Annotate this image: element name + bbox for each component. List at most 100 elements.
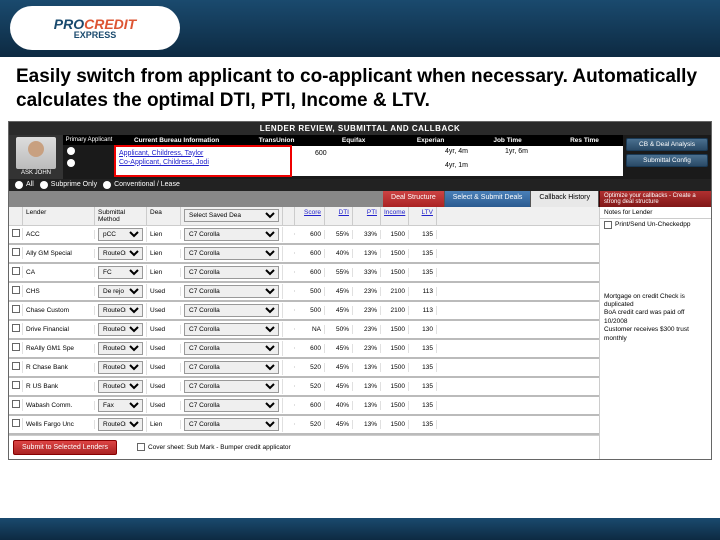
method-select[interactable]: pCC [95, 227, 147, 242]
dti-cell: 50% [325, 325, 353, 334]
tab-select-submit[interactable]: Select & Submit Deals [445, 191, 532, 207]
score-cell: 520 [295, 382, 325, 391]
deal-select[interactable]: C7 Corolla [181, 417, 283, 432]
spacer [283, 366, 295, 368]
ask-john-label[interactable]: ASK JOHN [9, 170, 63, 176]
bureau-header-job: Job Time [469, 135, 546, 146]
row-checkbox[interactable] [12, 419, 20, 427]
submit-lenders-button[interactable]: Submit to Selected Lenders [13, 440, 117, 455]
footer-checkbox[interactable] [137, 443, 145, 451]
primary-radio[interactable] [67, 147, 75, 155]
dti-cell: 45% [325, 382, 353, 391]
app-window: LENDER REVIEW, SUBMITTAL AND CALLBACK AS… [8, 121, 712, 460]
deal-select[interactable]: C7 Corolla [181, 284, 283, 299]
spacer [283, 423, 295, 425]
method-select[interactable]: RouteOne [95, 303, 147, 318]
deal-select[interactable]: C7 Corolla [181, 379, 283, 394]
row-checkbox[interactable] [12, 286, 20, 294]
deal-select[interactable]: C7 Corolla [181, 265, 283, 280]
pti-cell: 23% [353, 344, 381, 353]
filter-conventional-radio[interactable] [103, 181, 111, 189]
pti-cell: 23% [353, 287, 381, 296]
coapplicant-radio[interactable] [67, 159, 75, 167]
method-select[interactable]: RouteOne [95, 360, 147, 375]
spacer [283, 271, 295, 273]
col-income[interactable]: Income [381, 207, 409, 225]
dti-cell: 40% [325, 401, 353, 410]
lender-name: CHS [23, 287, 95, 296]
income-cell: 1500 [381, 249, 409, 258]
row-checkbox[interactable] [12, 229, 20, 237]
col-score[interactable]: Score [295, 207, 325, 225]
score-cell: 520 [295, 420, 325, 429]
row-checkbox[interactable] [12, 362, 20, 370]
ltv-cell: 113 [409, 306, 437, 315]
method-select[interactable]: RouteOne [95, 322, 147, 337]
spacer [283, 404, 295, 406]
tab-deal-structure[interactable]: Deal Structure [383, 191, 445, 207]
income-cell: 2100 [381, 287, 409, 296]
coapplicant-link[interactable]: Co-Applicant, Childress, Jodi [119, 159, 619, 166]
lender-name: ReAlly GM1 Spe [23, 344, 95, 353]
deal-select[interactable]: C7 Corolla [181, 246, 283, 261]
method-select[interactable]: FC [95, 265, 147, 280]
col-ltv[interactable]: LTV [409, 207, 437, 225]
pti-cell: 23% [353, 306, 381, 315]
income-cell: 1500 [381, 268, 409, 277]
method-select[interactable]: RouteOne [95, 246, 147, 261]
row-checkbox[interactable] [12, 267, 20, 275]
pti-cell: 13% [353, 249, 381, 258]
row-checkbox[interactable] [12, 381, 20, 389]
cb-deal-analysis-button[interactable]: CB & Deal Analysis [626, 138, 708, 151]
job-time-1: 4yr, 4m [445, 148, 468, 155]
applicant-link[interactable]: Applicant, Childress, Taylor [119, 150, 619, 157]
tab-callback-history[interactable]: Callback History [531, 191, 599, 207]
row-checkbox[interactable] [12, 248, 20, 256]
income-cell: 1500 [381, 325, 409, 334]
dea-cell: Used [147, 344, 181, 353]
col-dti[interactable]: DTI [325, 207, 353, 225]
deal-select[interactable]: C7 Corolla [181, 227, 283, 242]
method-select[interactable]: RouteOne [95, 379, 147, 394]
score-cell: 600 [295, 230, 325, 239]
deal-select[interactable]: C7 Corolla [181, 398, 283, 413]
spacer [283, 385, 295, 387]
submittal-config-button[interactable]: Submittal Config [626, 154, 708, 167]
lender-row: Wells Fargo UncRouteOneLienC7 Corolla520… [9, 416, 599, 435]
score-cell: 600 [295, 249, 325, 258]
row-checkbox[interactable] [12, 400, 20, 408]
dti-cell: 55% [325, 268, 353, 277]
lender-name: ACC [23, 230, 95, 239]
deal-select[interactable]: C7 Corolla [181, 360, 283, 375]
filter-all-radio[interactable] [15, 181, 23, 189]
method-select[interactable]: RouteOne [95, 341, 147, 356]
dti-cell: 45% [325, 363, 353, 372]
avatar-image [16, 137, 56, 169]
ltv-cell: 135 [409, 249, 437, 258]
row-checkbox[interactable] [12, 305, 20, 313]
pti-cell: 33% [353, 268, 381, 277]
logo: PROCREDIT EXPRESS [10, 6, 180, 50]
print-checkbox[interactable] [604, 221, 612, 229]
lender-name: Ally GM Special [23, 249, 95, 258]
ltv-cell: 113 [409, 287, 437, 296]
method-select[interactable]: RouteOne [95, 417, 147, 432]
lender-name: R US Bank [23, 382, 95, 391]
deal-select[interactable]: C7 Corolla [181, 303, 283, 318]
method-select[interactable]: Fax [95, 398, 147, 413]
pti-cell: 33% [353, 230, 381, 239]
col-pti[interactable]: PTI [353, 207, 381, 225]
lender-row: CAFCLienC7 Corolla60055%33%1500135 [9, 264, 599, 283]
trans-score: 600 [315, 150, 327, 157]
row-checkbox[interactable] [12, 343, 20, 351]
row-checkbox[interactable] [12, 324, 20, 332]
deal-select[interactable]: C7 Corolla [181, 322, 283, 337]
filter-subprime-radio[interactable] [40, 181, 48, 189]
method-select[interactable]: De rejo [95, 284, 147, 299]
lender-row: Chase CustomRouteOneUsedC7 Corolla50045%… [9, 302, 599, 321]
lender-name: Drive Financial [23, 325, 95, 334]
col-deal-select[interactable]: Select Saved Dea [181, 207, 283, 225]
col-checkbox [9, 207, 23, 225]
deal-select[interactable]: C7 Corolla [181, 341, 283, 356]
filter-all-label: All [26, 181, 34, 188]
